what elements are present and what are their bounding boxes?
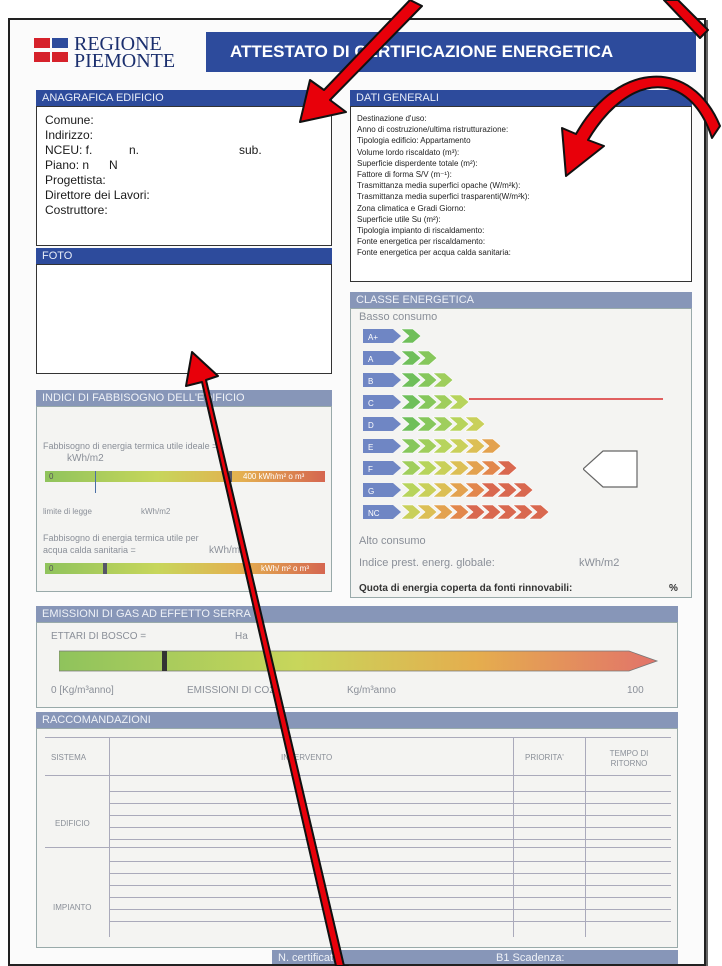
annotation-arrows [185,0,721,966]
red-arrow-icon [185,351,349,966]
red-arrow-icon [663,0,709,39]
red-arrow-icon [299,0,423,123]
red-arrow-icon [561,75,721,177]
